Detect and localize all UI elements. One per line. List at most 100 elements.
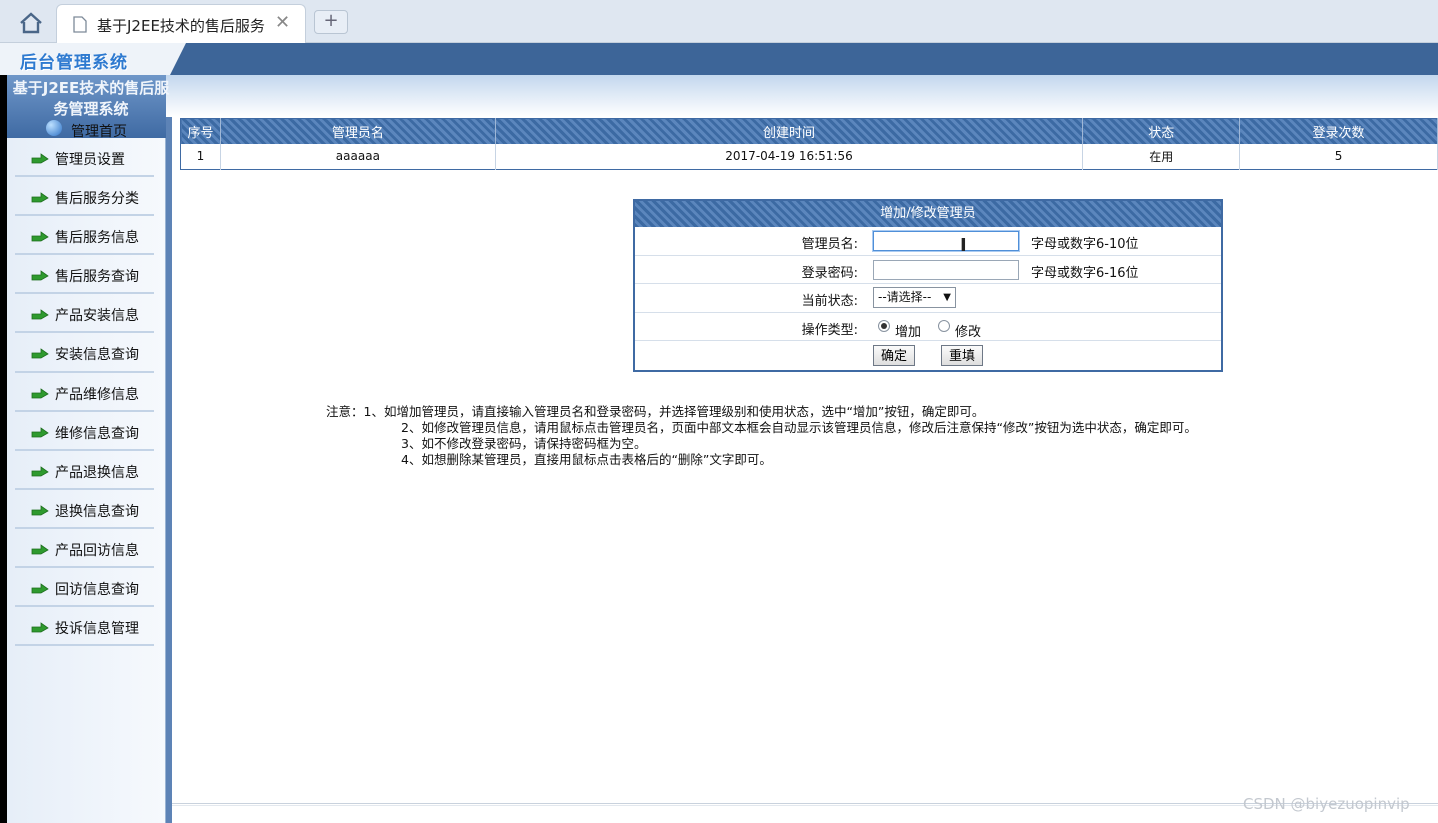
browser-tab-active[interactable]: 基于J2EE技术的售后服务 ✕ [56, 4, 306, 44]
system-title-line2: 务管理系统 [53, 100, 129, 118]
system-title: 基于J2EE技术的售后服 务管理系统 [7, 78, 175, 120]
watermark: CSDN @biyezuopinvip [1243, 795, 1410, 813]
green-arrow-icon [31, 153, 49, 164]
form-row-optype: 操作类型: 增加 修改 [635, 313, 1221, 341]
sidebar-item-label: 产品维修信息 [55, 386, 139, 403]
green-arrow-icon [31, 544, 49, 555]
column-header-name: 管理员名 [220, 118, 496, 144]
status-label: 当前状态: [801, 294, 858, 309]
green-arrow-icon [31, 192, 49, 203]
form-row-status: 当前状态: --请选择-- ▼ [635, 284, 1221, 313]
sidebar-item-service-info[interactable]: 售后服务信息 [15, 216, 154, 256]
sidebar-item-admin-settings[interactable]: 管理员设置 [15, 138, 154, 178]
admin-name-input[interactable] [873, 231, 1019, 251]
name-hint: 字母或数字6-10位 [1031, 237, 1139, 252]
new-tab-button[interactable]: + [314, 10, 348, 34]
sidebar-item-label: 售后服务信息 [55, 230, 139, 247]
form-title: 增加/修改管理员 [635, 201, 1221, 227]
browser-tab-title: 基于J2EE技术的售后服务 [97, 17, 265, 35]
sidebar-menu: 管理员设置 售后服务分类 售后服务信息 售后服务查询 产品安装信息 安装信息查询… [15, 138, 154, 647]
radio-edit-label: 修改 [955, 324, 982, 340]
cell-index: 1 [180, 143, 221, 170]
app-logo-text: 后台管理系统 [20, 53, 128, 73]
admin-form-panel: 增加/修改管理员 管理员名: 字母或数字6-10位 登录密码: 字母或数字6-1… [633, 199, 1223, 372]
sidebar-item-return-query[interactable]: 退换信息查询 [15, 490, 154, 529]
close-tab-icon[interactable]: ✕ [275, 14, 290, 32]
left-edge [0, 75, 7, 823]
app-header-bar [0, 43, 1438, 75]
status-selected-value: --请选择-- [878, 290, 932, 304]
radio-add[interactable] [878, 319, 890, 332]
sidebar-item-label: 售后服务查询 [55, 269, 139, 286]
cell-status: 在用 [1082, 143, 1241, 170]
reset-button[interactable]: 重填 [941, 345, 984, 366]
green-arrow-icon [31, 622, 49, 633]
cell-created: 2017-04-19 16:51:56 [495, 143, 1084, 170]
confirm-button[interactable]: 确定 [873, 345, 916, 366]
green-arrow-icon [31, 309, 49, 320]
sidebar-item-label: 回访信息查询 [55, 582, 139, 599]
admin-table: 序号 管理员名 创建时间 状态 登录次数 1 aaaaaa 2017-04-19… [180, 118, 1438, 170]
password-hint: 字母或数字6-16位 [1031, 265, 1139, 281]
radio-add-label: 增加 [895, 324, 922, 340]
sidebar-item-service-query[interactable]: 售后服务查询 [15, 255, 154, 295]
sidebar-item-repair-query[interactable]: 维修信息查询 [15, 412, 154, 451]
column-header-status: 状态 [1082, 118, 1241, 144]
green-arrow-icon [31, 270, 49, 281]
green-arrow-icon [31, 465, 49, 477]
name-label: 管理员名: [801, 237, 858, 252]
radio-edit[interactable] [938, 319, 950, 332]
column-header-index: 序号 [180, 118, 221, 144]
sidebar-item-service-category[interactable]: 售后服务分类 [15, 177, 154, 217]
password-input[interactable] [873, 259, 1019, 280]
sidebar-divider [166, 117, 172, 823]
note-line-2: 2、如修改管理员信息，请用鼠标点击管理员名，页面中部文本框会自动显示该管理员信息… [401, 420, 1197, 435]
sidebar-item-label: 维修信息查询 [55, 425, 139, 442]
note-line-1: 注意：1、如增加管理员，请直接输入管理员名和登录密码，并选择管理级别和使用状态，… [326, 404, 985, 419]
green-arrow-icon [31, 348, 49, 359]
form-row-password: 登录密码: 字母或数字6-16位 [635, 256, 1221, 284]
green-arrow-icon [31, 583, 49, 594]
green-arrow-icon [31, 231, 49, 242]
table-row: 1 aaaaaa 2017-04-19 16:51:56 在用 5 [180, 143, 1438, 170]
home-icon[interactable] [18, 11, 44, 35]
sidebar-item-label: 投诉信息管理 [55, 621, 139, 638]
cell-logins: 5 [1239, 143, 1438, 170]
green-arrow-icon [31, 426, 49, 438]
sidebar-item-install-info[interactable]: 产品安装信息 [15, 294, 154, 334]
password-label: 登录密码: [801, 265, 858, 281]
sidebar-item-repair-info[interactable]: 产品维修信息 [15, 373, 154, 412]
admin-home-link[interactable]: 管理首页 [44, 120, 164, 140]
sidebar-item-visit-query[interactable]: 回访信息查询 [15, 568, 154, 608]
column-header-created: 创建时间 [495, 118, 1084, 144]
note-line-4: 4、如想删除某管理员，直接用鼠标点击表格后的“删除”文字即可。 [401, 452, 772, 467]
cell-admin-name-link[interactable]: aaaaaa [220, 143, 496, 170]
sidebar-item-label: 售后服务分类 [55, 191, 139, 208]
sidebar-item-label: 产品安装信息 [55, 308, 139, 325]
note-line-3: 3、如不修改登录密码，请保持密码框为空。 [401, 436, 647, 451]
optype-label: 操作类型: [801, 322, 858, 338]
sidebar-item-visit-info[interactable]: 产品回访信息 [15, 529, 154, 569]
sidebar-item-install-query[interactable]: 安装信息查询 [15, 333, 154, 373]
green-arrow-icon [31, 387, 49, 398]
globe-icon [46, 120, 62, 136]
system-title-line1: 基于J2EE技术的售后服 [12, 79, 170, 97]
header-gradient-bar [0, 75, 1438, 117]
sidebar-item-label: 产品回访信息 [55, 542, 139, 559]
instructions-notes: 注意：1、如增加管理员，请直接输入管理员名和登录密码，并选择管理级别和使用状态，… [326, 404, 1197, 468]
sidebar-item-return-info[interactable]: 产品退换信息 [15, 451, 154, 490]
sidebar-item-label: 退换信息查询 [55, 503, 139, 520]
dropdown-caret-icon: ▼ [943, 292, 951, 303]
sidebar-item-label: 产品退换信息 [55, 464, 139, 481]
browser-tab-strip: 基于J2EE技术的售后服务 ✕ + [0, 0, 1438, 44]
form-row-name: 管理员名: 字母或数字6-10位 [635, 227, 1221, 256]
form-row-buttons: 确定 重填 [635, 341, 1221, 370]
sidebar-item-label: 管理员设置 [55, 152, 125, 168]
status-select[interactable]: --请选择-- ▼ [873, 287, 956, 308]
column-header-logins: 登录次数 [1239, 118, 1438, 144]
sidebar-item-complaint-manage[interactable]: 投诉信息管理 [15, 607, 154, 647]
document-icon [73, 16, 87, 33]
green-arrow-icon [31, 505, 49, 516]
sidebar-item-label: 安装信息查询 [55, 347, 139, 364]
text-cursor-icon: I [960, 235, 967, 256]
